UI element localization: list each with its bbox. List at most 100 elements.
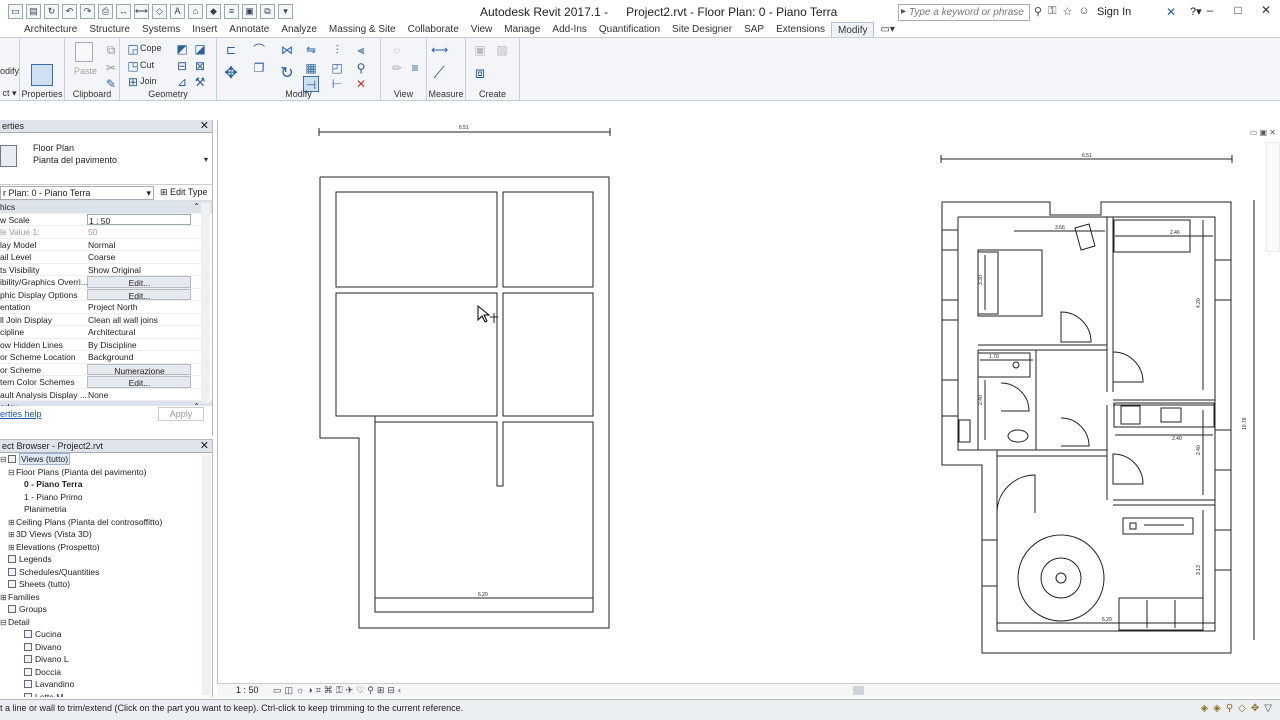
drawing-area[interactable]: 6.51 6.20 6.51 10.79 3.66 2.46 1.70 2.40… (217, 120, 1280, 683)
property-value[interactable]: 1 : 50 (87, 213, 191, 225)
type-dropdown-icon[interactable]: ▾ (204, 155, 208, 164)
browser-node[interactable]: Lavandino (0, 678, 212, 691)
split-face-icon[interactable]: ◩ (174, 41, 190, 57)
apply-button[interactable]: Apply (158, 407, 204, 421)
unlock-icon[interactable]: ⚿ (336, 685, 343, 696)
browser-node[interactable]: 0 - Piano Terra (0, 478, 212, 491)
create-assembly-icon[interactable]: ▣ (472, 42, 488, 58)
tag-icon[interactable]: ◇ (152, 4, 167, 19)
visual-style-icon[interactable]: ◫ (285, 685, 294, 696)
instance-filter-dropdown[interactable]: r Plan: 0 - Piano Terra (0, 186, 154, 200)
property-value[interactable]: Clean all wall joins (87, 314, 191, 326)
rotate-icon[interactable]: ↻ (279, 66, 295, 82)
property-row[interactable]: le Value 1: 50 (0, 226, 212, 239)
browser-node[interactable]: ⊟ Views (tutto) (0, 453, 212, 466)
sketch-plan[interactable] (318, 128, 611, 629)
cut-clip-icon[interactable]: ✂ (103, 60, 119, 76)
property-value[interactable]: By Discipline (87, 339, 191, 351)
sun-path-icon[interactable]: ☼ (296, 685, 304, 696)
file-tab-icon[interactable] (10, 22, 18, 37)
analytical-icon[interactable]: ⚲ (367, 685, 374, 696)
horizontal-scrollbar[interactable] (853, 686, 864, 695)
3d-view-icon[interactable]: ⌂ (188, 4, 203, 19)
sign-in-link[interactable]: Sign In (1097, 6, 1131, 18)
save-icon[interactable]: ▤ (26, 4, 41, 19)
properties-icon[interactable] (31, 64, 53, 86)
search-input[interactable]: Type a keyword or phrase (898, 4, 1030, 21)
browser-node[interactable]: 1 - Piano Primo (0, 491, 212, 504)
property-edit-button[interactable]: Numerazione (87, 363, 191, 375)
browser-node[interactable]: Divano L (0, 653, 212, 666)
property-row[interactable]: ll Join Display Clean all wall joins (0, 314, 212, 326)
viewport-window-controls[interactable]: ▭ ▣ ✕ (1250, 128, 1276, 137)
copy-clip-icon[interactable]: ⧉ (103, 42, 119, 58)
select-pinned-icon[interactable]: ⚲ (1226, 703, 1233, 714)
dimension-icon[interactable]: ⟷ (134, 4, 149, 19)
collapse-icon[interactable]: ⌃ (193, 201, 200, 213)
property-row[interactable]: ts Visibility Show Original (0, 264, 212, 276)
property-value[interactable]: Project North (87, 301, 191, 313)
tab-systems[interactable]: Systems (136, 22, 186, 37)
tab-add-ins[interactable]: Add-Ins (546, 22, 592, 37)
cut-geometry-icon[interactable]: ◳ (125, 58, 141, 74)
override-icon[interactable]: ✏ (389, 60, 405, 76)
thin-lines-icon[interactable]: ≡ (224, 4, 239, 19)
paint-icon[interactable]: ◪ (192, 41, 208, 57)
minimize-icon[interactable]: – (1196, 0, 1224, 22)
browser-node[interactable]: ⊟Detail (0, 616, 212, 629)
wall-joins-icon[interactable]: ⊟ (174, 58, 190, 74)
maximize-icon[interactable]: □ (1224, 0, 1252, 22)
property-value[interactable]: Coarse (87, 251, 191, 263)
tab-annotate[interactable]: Annotate (223, 22, 275, 37)
expand-icon[interactable]: ⊞ (8, 529, 16, 542)
measure-distance-icon[interactable]: ⟷ (431, 42, 448, 58)
property-row[interactable]: ow Hidden Lines By Discipline (0, 339, 212, 351)
property-value[interactable]: Normal (87, 239, 191, 251)
tab-collaborate[interactable]: Collaborate (402, 22, 465, 37)
select-panel-label[interactable]: ct ▾ (0, 88, 19, 99)
tab-view[interactable]: View (465, 22, 499, 37)
shadows-icon[interactable]: ◑ (307, 685, 312, 696)
redo-icon[interactable]: ↷ (80, 4, 95, 19)
property-value[interactable]: Background (87, 351, 191, 363)
tab-architecture[interactable]: Architecture (18, 22, 83, 37)
collapse-icon[interactable]: ⊟ (0, 617, 8, 630)
tab-modify[interactable]: Modify (831, 22, 875, 37)
cope-icon[interactable]: ◲ (125, 41, 141, 57)
copy-icon[interactable]: ❐ (251, 60, 267, 76)
tab-site-designer[interactable]: Site Designer (666, 22, 738, 37)
property-row[interactable]: ault Analysis Display ... None (0, 389, 212, 401)
contextual-tab-icon[interactable]: ▭▾ (874, 22, 900, 37)
browser-node[interactable]: Schedules/Quantities (0, 566, 212, 579)
tab-quantification[interactable]: Quantification (593, 22, 666, 37)
measure-icon[interactable]: ↔ (116, 4, 131, 19)
collapse-icon[interactable]: ⊟ (8, 467, 16, 480)
drag-elements-icon[interactable]: ✥ (1251, 703, 1259, 714)
open-icon[interactable]: ▭ (8, 4, 23, 19)
property-row[interactable]: entation Project North (0, 301, 212, 314)
browser-node[interactable]: Planimetria (0, 503, 212, 516)
highlight-icon[interactable]: ⊞ (377, 685, 385, 696)
property-row[interactable]: tem Color Schemes Edit... (0, 376, 212, 389)
tab-extensions[interactable]: Extensions (770, 22, 831, 37)
cut-command[interactable]: Cut (140, 60, 154, 70)
binoculars-icon[interactable]: ⚲ (1034, 5, 1042, 18)
property-row[interactable]: cipline Architectural (0, 326, 212, 339)
property-value[interactable] (87, 201, 191, 213)
create-group-icon[interactable]: ⧈ (472, 66, 488, 82)
browser-node[interactable]: ⊞Elevations (Prospetto) (0, 541, 212, 554)
close-icon[interactable]: ✕ (1252, 0, 1280, 22)
browser-close-icon[interactable]: ✕ (200, 440, 209, 452)
property-value[interactable]: Show Original (87, 264, 191, 276)
browser-node[interactable]: ⊞3D Views (Vista 3D) (0, 528, 212, 541)
property-row[interactable]: ail Level Coarse (0, 251, 212, 264)
paste-command[interactable]: Paste (74, 66, 97, 76)
cope-command[interactable]: Cope (140, 43, 162, 53)
navigation-bar[interactable] (1266, 142, 1280, 252)
star-icon[interactable]: ☆ (1062, 5, 1072, 18)
type-selector[interactable]: Floor Plan Pianta del pavimento ▾ (0, 133, 212, 185)
crop-icon[interactable]: ⌗ (316, 685, 321, 696)
beam-join-icon[interactable]: ⊿ (174, 74, 190, 90)
property-row[interactable]: phic Display Options Edit... (0, 288, 212, 301)
properties-scrollbar[interactable] (201, 203, 210, 403)
